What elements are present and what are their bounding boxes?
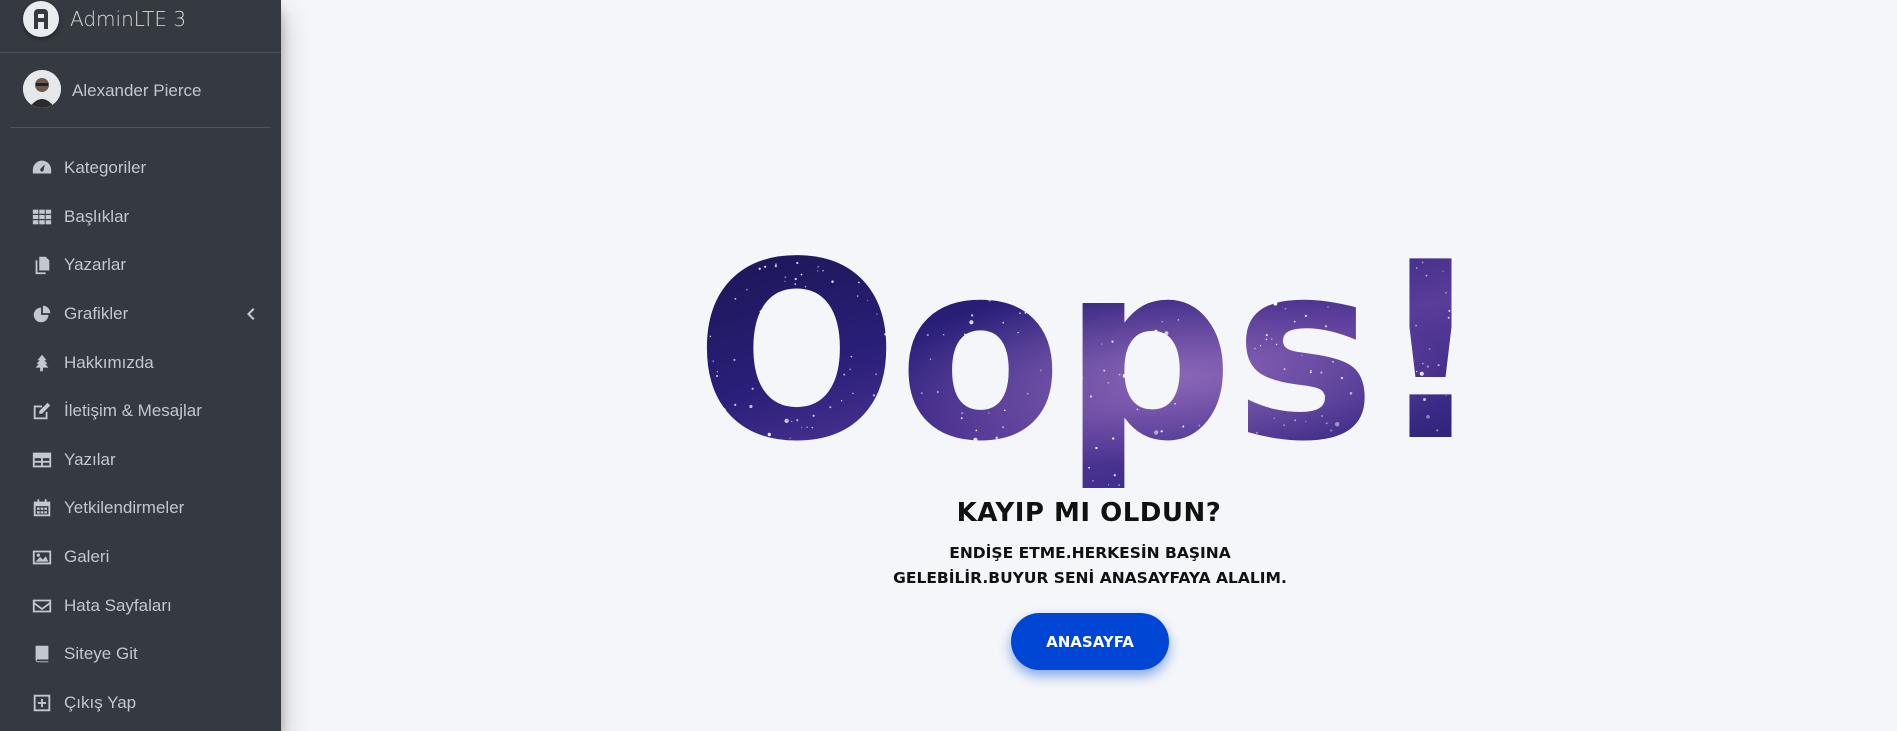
brand-link[interactable]: AdminLTE 3 (0, 0, 281, 53)
sidebar-item-hata-sayfalari[interactable]: Hata Sayfaları (0, 581, 281, 630)
sidebar-item-iletisim[interactable]: İletişim & Mesajlar (0, 387, 281, 436)
tachometer-icon (30, 158, 54, 178)
tree-icon (30, 353, 54, 373)
sidebar-item-label: Siteye Git (64, 644, 138, 664)
sidebar-item-yazarlar[interactable]: Yazarlar (0, 241, 281, 290)
sidebar-item-label: İletişim & Mesajlar (64, 401, 202, 421)
oops-headline: Oops! (695, 232, 1485, 492)
plus-square-icon (30, 693, 54, 713)
sidebar-item-label: Çıkış Yap (64, 692, 137, 712)
brand-title: AdminLTE 3 (70, 7, 187, 31)
book-icon (30, 644, 54, 664)
sidebar-item-label: Yazarlar (64, 255, 127, 275)
chevron-left-icon[interactable] (245, 307, 255, 326)
sidebar-item-basliklar[interactable]: Başlıklar (0, 193, 281, 242)
sidebar-item-label: Kategoriler (64, 158, 147, 178)
sidebar-item-siteye-git[interactable]: Siteye Git (0, 630, 281, 679)
home-button[interactable]: ANASAYFA (1011, 613, 1169, 670)
brand-logo-icon (23, 1, 59, 37)
avatar (23, 70, 61, 108)
sidebar-item-galeri[interactable]: Galeri (0, 533, 281, 582)
sidebar-item-yetkilendirmeler[interactable]: Yetkilendirmeler (0, 484, 281, 533)
sidebar-item-kategoriler[interactable]: Kategoriler (0, 144, 281, 193)
image-icon (30, 547, 54, 567)
sidebar-item-hakkimizda[interactable]: Hakkımızda (0, 338, 281, 387)
user-name: Alexander Pierce (72, 81, 202, 100)
page-subtitle: KAYIP MI OLDUN? (956, 498, 1222, 528)
edit-icon (30, 401, 54, 421)
sidebar-item-cikis-yap[interactable]: Çıkış Yap (0, 679, 281, 728)
sidebar-item-label: Hata Sayfaları (64, 595, 172, 615)
sidebar-item-label: Başlıklar (64, 206, 130, 226)
sidebar-item-grafikler[interactable]: Grafikler (0, 290, 281, 339)
sidebar-item-yazilar[interactable]: Yazılar (0, 436, 281, 485)
sidebar-nav: Kategoriler Başlıklar Yazarlar Grafikler (0, 144, 281, 727)
grid-icon (30, 207, 54, 227)
sidebar-item-label: Galeri (64, 547, 110, 567)
pie-chart-icon (30, 304, 54, 324)
sidebar-item-label: Yetkilendirmeler (64, 498, 185, 518)
sidebar: AdminLTE 3 Alexander Pierce Kategoriler … (0, 0, 281, 731)
copy-icon (30, 255, 54, 275)
sidebar-item-label: Grafikler (64, 304, 129, 324)
sidebar-item-label: Yazılar (64, 449, 116, 469)
user-panel[interactable]: Alexander Pierce (10, 53, 271, 128)
table-icon (30, 450, 54, 470)
envelope-icon (30, 596, 54, 616)
oops-headline-graphic: Oops! (690, 210, 1490, 495)
sidebar-item-label: Hakkımızda (64, 352, 154, 372)
error-message: ENDİŞE ETME.HERKESİN BAŞINA GELEBİLİR.BU… (893, 544, 1287, 587)
calendar-icon (30, 498, 54, 518)
